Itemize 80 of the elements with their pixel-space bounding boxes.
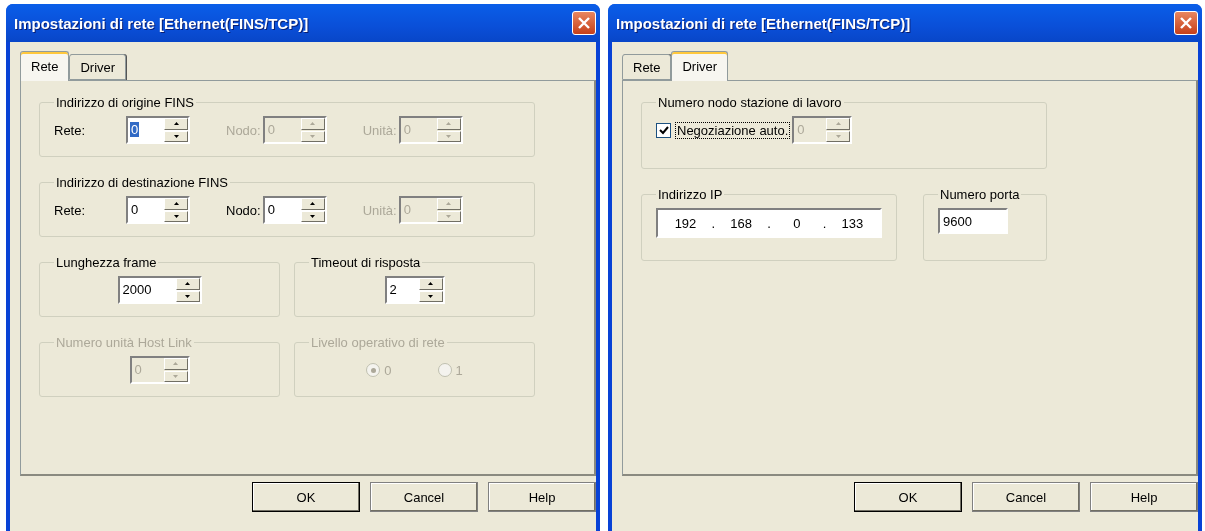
down-arrow-icon xyxy=(185,294,190,298)
ip-separator: . xyxy=(711,215,716,231)
down-arrow-icon xyxy=(446,134,452,138)
radio-label: 1 xyxy=(455,362,463,378)
dialog-button[interactable]: Cancel xyxy=(370,482,478,512)
ip-octet: 0 xyxy=(792,215,802,231)
group-label: Lunghezza frame xyxy=(55,255,158,270)
radio-label: 0 xyxy=(384,362,392,378)
tab[interactable]: Rete xyxy=(20,51,70,81)
group-label: Indirizzo di origine FINS xyxy=(55,95,195,110)
up-arrow-icon xyxy=(173,202,179,206)
spin-field[interactable]: 0 xyxy=(126,196,190,224)
group-label: Indirizzo di destinazione FINS xyxy=(55,175,229,190)
spin-down-button[interactable] xyxy=(164,210,188,222)
spin-up-button[interactable] xyxy=(164,198,188,210)
down-arrow-icon xyxy=(173,214,179,218)
field-label: Rete: xyxy=(54,122,87,138)
up-arrow-icon xyxy=(310,122,316,126)
field-label: Rete: xyxy=(54,202,87,218)
down-arrow-icon xyxy=(446,214,452,218)
dialog-button[interactable]: Help xyxy=(488,482,596,512)
dialog-button[interactable]: OK xyxy=(252,482,360,512)
close-icon xyxy=(577,16,591,30)
ip-octet: 133 xyxy=(840,215,865,231)
spin-up-button[interactable] xyxy=(175,278,200,290)
close-button[interactable] xyxy=(572,11,596,35)
close-icon xyxy=(1179,16,1193,30)
tab[interactable]: Rete xyxy=(622,54,672,80)
spin-down-button[interactable] xyxy=(164,130,188,142)
group-label: Numero nodo stazione di lavoro xyxy=(657,95,843,110)
down-arrow-icon xyxy=(310,134,316,138)
field-label: Nodo: xyxy=(226,202,261,218)
down-arrow-icon xyxy=(835,134,841,138)
down-arrow-icon xyxy=(310,214,316,218)
group-label: Numero porta xyxy=(939,187,1021,202)
checkbox-label[interactable]: Negoziazione auto. xyxy=(675,121,791,139)
down-arrow-icon xyxy=(428,294,433,298)
group-label: Timeout di risposta xyxy=(310,255,422,270)
checkbox[interactable] xyxy=(656,122,671,138)
spin-field[interactable]: 0 xyxy=(262,196,327,224)
up-arrow-icon xyxy=(185,282,190,286)
group-label: Livello operativo di rete xyxy=(310,335,446,350)
spin-up-button[interactable] xyxy=(418,278,443,290)
tab[interactable]: Driver xyxy=(69,54,127,80)
spin-up-button[interactable] xyxy=(164,118,188,130)
group-label: Indirizzo IP xyxy=(657,187,724,202)
field-label: Unità: xyxy=(362,202,397,218)
spin-field[interactable]: 0 xyxy=(126,116,190,144)
dialog-button[interactable]: OK xyxy=(854,482,962,512)
port-field[interactable]: 9600 xyxy=(938,208,1008,234)
ip-octet: 168 xyxy=(729,215,753,231)
ip-separator: . xyxy=(822,215,827,231)
up-arrow-icon xyxy=(446,122,452,126)
check-icon xyxy=(658,125,669,135)
window-title: Impostazioni di rete [Ethernet(FINS/TCP)] xyxy=(14,14,309,32)
spin-up-button[interactable] xyxy=(300,198,325,210)
spin-down-button[interactable] xyxy=(418,290,443,302)
up-arrow-icon xyxy=(173,362,178,366)
dialog-button[interactable]: Help xyxy=(1090,482,1198,512)
field-label: Nodo: xyxy=(226,122,261,138)
ip-address-field[interactable]: 192 . 168 . 0 . 133 xyxy=(656,208,882,238)
down-arrow-icon xyxy=(173,134,179,138)
spin-field[interactable]: 2 xyxy=(384,276,445,304)
dialog-button[interactable]: Cancel xyxy=(972,482,1080,512)
up-arrow-icon xyxy=(428,282,433,286)
close-button[interactable] xyxy=(1174,11,1198,35)
up-arrow-icon xyxy=(446,202,452,206)
spin-down-button[interactable] xyxy=(175,290,200,302)
group-label: Numero unità Host Link xyxy=(55,335,193,350)
tab[interactable]: Driver xyxy=(671,51,729,81)
spin-field[interactable]: 2000 xyxy=(117,276,202,304)
ip-octet: 192 xyxy=(673,215,698,231)
down-arrow-icon xyxy=(173,374,178,378)
window-title: Impostazioni di rete [Ethernet(FINS/TCP)] xyxy=(616,14,911,32)
field-label: Unità: xyxy=(362,122,397,138)
spin-down-button[interactable] xyxy=(300,210,325,222)
up-arrow-icon xyxy=(173,122,179,126)
ip-separator: . xyxy=(767,215,771,231)
up-arrow-icon xyxy=(835,122,841,126)
up-arrow-icon xyxy=(310,202,316,206)
